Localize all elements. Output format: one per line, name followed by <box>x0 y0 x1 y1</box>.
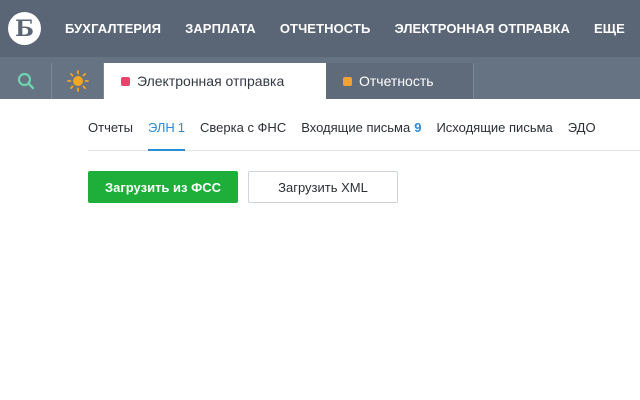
subtab-reports[interactable]: Отчеты <box>88 116 133 150</box>
menu-item-more[interactable]: ЕЩЕ <box>594 21 625 36</box>
menu-item-reporting[interactable]: ОТЧЕТНОСТЬ <box>280 21 371 36</box>
subtab-fns-reconciliation[interactable]: Сверка с ФНС <box>200 116 286 150</box>
search-button[interactable] <box>0 63 52 99</box>
subtab-edo[interactable]: ЭДО <box>568 116 596 150</box>
tab-bar: Электронная отправка Отчетность <box>0 57 640 99</box>
tab-label: Отчетность <box>359 73 434 89</box>
logo[interactable]: Б <box>8 12 41 45</box>
incoming-count-badge: 9 <box>414 120 422 135</box>
tab-reporting[interactable]: Отчетность <box>326 63 474 99</box>
menu-item-salary[interactable]: ЗАРПЛАТА <box>185 21 256 36</box>
eln-count-badge: 1 <box>177 120 186 135</box>
tab-color-marker <box>121 76 130 86</box>
load-from-fss-button[interactable]: Загрузить из ФСС <box>88 171 238 203</box>
subtab-incoming-label: Входящие письма <box>301 120 411 135</box>
sun-icon <box>66 70 89 92</box>
subtab-incoming-letters[interactable]: Входящие письма 9 <box>301 116 421 150</box>
subtab-eln-label: ЭЛН <box>147 120 175 135</box>
load-xml-button[interactable]: Загрузить XML <box>248 171 398 203</box>
top-navigation-bar: Б БУХГАЛТЕРИЯ ЗАРПЛАТА ОТЧЕТНОСТЬ ЭЛЕКТР… <box>0 0 640 57</box>
subtab-outgoing-letters[interactable]: Исходящие письма <box>436 116 552 150</box>
search-icon <box>17 72 34 90</box>
tab-label: Электронная отправка <box>137 73 285 89</box>
menu-item-accounting[interactable]: БУХГАЛТЕРИЯ <box>65 21 161 36</box>
subtabs: Отчеты ЭЛН 1 Сверка с ФНС Входящие письма… <box>88 99 640 151</box>
tab-electronic-submission[interactable]: Электронная отправка <box>104 63 326 99</box>
menu-item-electronic-submission[interactable]: ЭЛЕКТРОННАЯ ОТПРАВКА <box>394 21 570 36</box>
tab-color-marker <box>343 76 352 86</box>
main-menu: БУХГАЛТЕРИЯ ЗАРПЛАТА ОТЧЕТНОСТЬ ЭЛЕКТРОН… <box>65 0 640 57</box>
subtab-eln[interactable]: ЭЛН 1 <box>147 116 186 151</box>
theme-button[interactable] <box>52 63 104 99</box>
